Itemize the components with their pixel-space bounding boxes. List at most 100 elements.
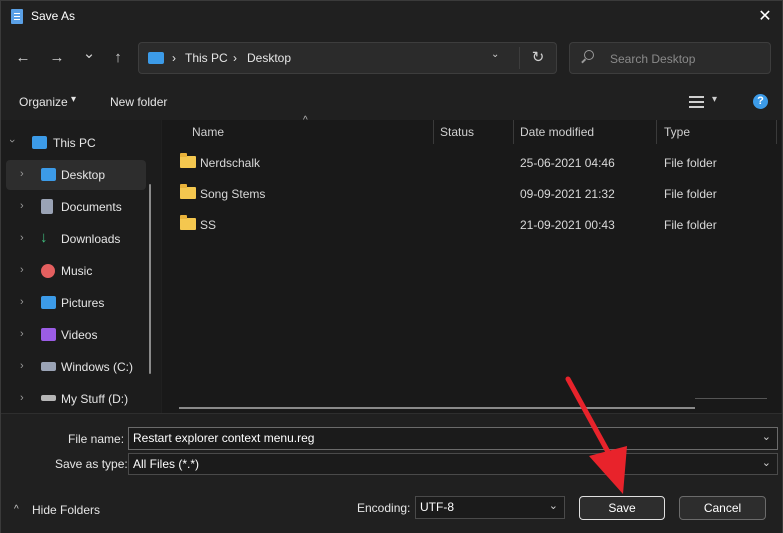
sidebar-item-label: Pictures — [61, 296, 105, 310]
search-placeholder: Search Desktop — [610, 52, 696, 66]
column-divider[interactable] — [776, 120, 777, 144]
column-divider[interactable] — [433, 120, 434, 144]
chevron-down-icon[interactable]: ⌄ — [762, 430, 771, 443]
this-pc-icon — [148, 52, 164, 64]
file-list: ^ Name Status Date modified Type Nerdsch… — [162, 115, 781, 413]
view-caret-icon[interactable]: ▾ — [712, 94, 717, 105]
file-date: 09-09-2021 21:32 — [520, 187, 615, 201]
column-header-status[interactable]: Status — [440, 125, 474, 139]
chevron-right-icon[interactable]: › — [20, 168, 24, 180]
refresh-icon[interactable]: ↻ — [527, 47, 549, 69]
view-options-icon[interactable] — [689, 96, 704, 108]
save-as-type-label: Save as type: — [55, 457, 128, 471]
hide-folders-button[interactable]: Hide Folders — [32, 503, 100, 517]
file-name-value: Restart explorer context menu.reg — [133, 431, 315, 445]
monitor-icon — [32, 136, 47, 149]
forward-arrow-icon[interactable]: → — [46, 47, 68, 69]
encoding-value: UTF-8 — [420, 500, 454, 514]
sidebar-item-videos[interactable]: › Videos — [6, 320, 146, 350]
file-type: File folder — [664, 156, 717, 170]
close-icon[interactable]: ✕ — [753, 5, 777, 29]
file-name: SS — [200, 218, 217, 232]
search-icon — [584, 50, 594, 60]
back-arrow-icon[interactable]: ← — [12, 47, 34, 69]
sidebar-item-label: This PC — [53, 136, 96, 150]
notepad-icon — [11, 9, 23, 24]
address-dropdown-chevron-icon[interactable]: ⌄ — [491, 49, 499, 60]
encoding-select[interactable]: UTF-8 ⌄ — [415, 496, 565, 519]
breadcrumb-this-pc[interactable]: This PC — [185, 51, 228, 65]
up-arrow-icon[interactable]: ↑ — [107, 47, 129, 69]
sidebar-item-downloads[interactable]: › ↓ Downloads — [6, 224, 146, 254]
chevron-down-icon[interactable]: ⌄ — [549, 499, 558, 512]
pictures-icon — [41, 296, 56, 309]
title-bar: Save As ✕ — [1, 1, 782, 33]
column-header-name[interactable]: Name — [192, 125, 224, 139]
column-header-type[interactable]: Type — [664, 125, 690, 139]
file-type: File folder — [664, 187, 717, 201]
new-folder-button[interactable]: New folder — [110, 95, 167, 109]
chevron-right-icon[interactable]: › — [20, 296, 24, 308]
help-icon[interactable]: ? — [753, 94, 768, 109]
sort-ascending-icon: ^ — [303, 115, 308, 126]
sidebar-item-label: Documents — [61, 200, 122, 214]
sidebar-item-pictures[interactable]: › Pictures — [6, 288, 146, 318]
crumb-separator-icon: › — [172, 51, 176, 65]
sidebar-item-windows-c[interactable]: › Windows (C:) — [6, 352, 146, 382]
chevron-down-icon[interactable]: ⌄ — [762, 456, 771, 469]
sidebar-item-label: Videos — [61, 328, 98, 342]
hide-folders-caret-icon[interactable]: ^ — [14, 504, 19, 515]
sidebar-item-my-stuff-d[interactable]: › My Stuff (D:) — [6, 384, 146, 414]
sidebar-item-label: Windows (C:) — [61, 360, 134, 374]
address-bar[interactable]: › This PC › Desktop ⌄ ↻ — [138, 42, 557, 74]
sidebar-item-music[interactable]: › Music — [6, 256, 146, 286]
drive-icon — [41, 362, 56, 371]
chevron-right-icon[interactable]: › — [20, 232, 24, 244]
folder-icon — [180, 215, 196, 230]
column-divider[interactable] — [513, 120, 514, 144]
desktop-icon — [41, 168, 56, 181]
cancel-button[interactable]: Cancel — [679, 496, 766, 520]
recent-locations-chevron-icon[interactable]: ⌄ — [78, 43, 100, 65]
sidebar-item-this-pc[interactable]: › This PC — [6, 128, 146, 158]
file-name: Nerdschalk — [200, 156, 261, 170]
music-icon — [41, 264, 55, 278]
navigation-pane: › This PC › Desktop › Documents › ↓ Down… — [1, 120, 161, 413]
chevron-right-icon[interactable]: › — [20, 264, 24, 276]
organize-caret-icon: ▾ — [71, 94, 77, 105]
table-row[interactable]: Song Stems 09-09-2021 21:32 File folder — [172, 181, 772, 207]
file-name-field[interactable]: Restart explorer context menu.reg ⌄ — [128, 427, 778, 450]
file-name-label: File name: — [68, 432, 125, 446]
scrollbar-track — [695, 398, 767, 399]
breadcrumb-desktop[interactable]: Desktop — [247, 51, 291, 65]
organize-button[interactable]: Organize — [19, 95, 68, 109]
chevron-right-icon[interactable]: › — [20, 200, 24, 212]
window-title: Save As — [31, 9, 76, 23]
sidebar-item-documents[interactable]: › Documents — [6, 192, 146, 222]
sidebar-item-label: Music — [61, 264, 93, 278]
column-divider[interactable] — [656, 120, 657, 144]
crumb-separator-icon: › — [233, 51, 237, 65]
annotation-arrow-icon — [565, 376, 627, 494]
search-box[interactable]: Search Desktop — [569, 42, 771, 74]
save-as-type-select[interactable]: All Files (*.*) ⌄ — [128, 453, 778, 475]
folder-icon — [180, 184, 196, 199]
chevron-right-icon[interactable]: › — [20, 360, 24, 372]
column-header-date-modified[interactable]: Date modified — [520, 125, 594, 139]
drive-icon — [41, 395, 56, 401]
file-date: 25-06-2021 04:46 — [520, 156, 615, 170]
sidebar-item-label: Desktop — [61, 168, 106, 182]
sidebar-item-desktop[interactable]: › Desktop — [6, 160, 146, 190]
chevron-down-icon[interactable]: › — [6, 139, 18, 143]
download-icon: ↓ — [40, 229, 48, 246]
sidebar-scrollbar[interactable] — [149, 184, 151, 374]
chevron-right-icon[interactable]: › — [20, 392, 24, 404]
address-divider — [519, 47, 520, 69]
table-row[interactable]: SS 21-09-2021 00:43 File folder — [172, 212, 772, 238]
encoding-label: Encoding: — [357, 501, 411, 515]
table-row[interactable]: Nerdschalk 25-06-2021 04:46 File folder — [172, 150, 772, 176]
chevron-right-icon[interactable]: › — [20, 328, 24, 340]
command-bar: Organize ▾ New folder — [1, 87, 782, 119]
file-name: Song Stems — [200, 187, 266, 201]
sidebar-item-label: Downloads — [61, 232, 121, 246]
